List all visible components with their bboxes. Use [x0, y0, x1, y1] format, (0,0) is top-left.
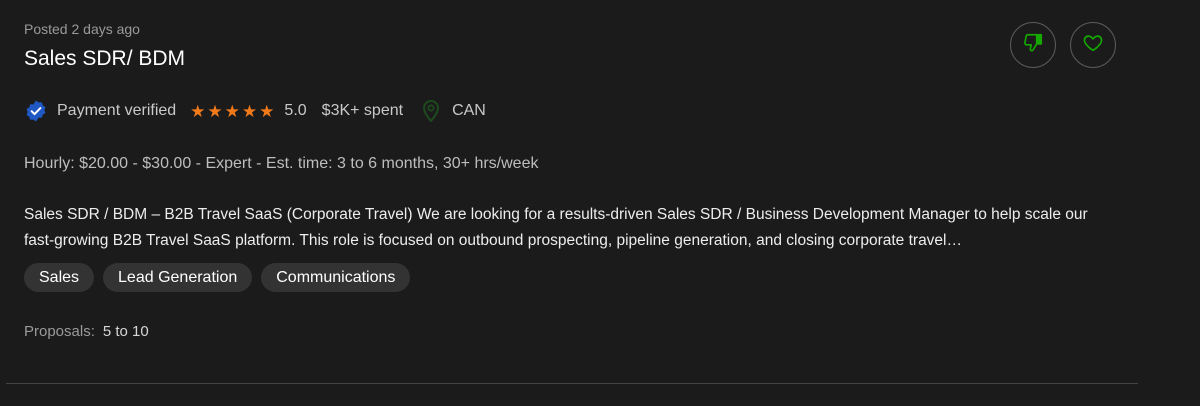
- client-rating-value: 5.0: [284, 102, 307, 119]
- skill-tag-sales[interactable]: Sales: [24, 263, 95, 292]
- skill-tag-communications[interactable]: Communications: [261, 263, 411, 292]
- proposals-label: Proposals:: [24, 323, 95, 340]
- save-job-button[interactable]: [1070, 22, 1116, 68]
- star-icon: ★: [224, 101, 240, 121]
- payment-verified-label: Payment verified: [57, 102, 177, 119]
- client-country: CAN: [452, 102, 486, 119]
- job-description: Sales SDR / BDM – B2B Travel SaaS (Corpo…: [24, 206, 1088, 249]
- client-rating-stars: ★ ★ ★ ★ ★: [190, 103, 274, 120]
- job-actions: [1010, 22, 1116, 68]
- star-icon: ★: [207, 101, 223, 121]
- proposals-value: 5 to 10: [102, 323, 149, 340]
- client-meta: Payment verified ★ ★ ★ ★ ★ 5.0 $3K+ spen…: [24, 99, 486, 123]
- job-card[interactable]: Posted 2 days ago Sales SDR/ BDM Payment…: [0, 0, 1200, 406]
- heart-icon: [1082, 32, 1104, 59]
- skill-tag-lead-generation[interactable]: Lead Generation: [103, 263, 253, 292]
- star-icon: ★: [241, 101, 258, 121]
- skills-list: Sales Lead Generation Communications: [24, 263, 411, 292]
- card-divider: [6, 383, 1138, 384]
- star-icon: ★: [259, 101, 275, 121]
- proposals: Proposals: 5 to 10: [24, 323, 149, 340]
- client-spent: $3K+ spent: [321, 102, 404, 119]
- star-icon: ★: [190, 101, 206, 121]
- job-terms: Hourly: $20.00 - $30.00 - Expert - Est. …: [24, 155, 539, 172]
- dislike-button[interactable]: [1010, 22, 1056, 68]
- job-title[interactable]: Sales SDR/ BDM: [24, 47, 185, 71]
- location-pin-icon: [422, 100, 440, 122]
- thumbs-down-icon: [1022, 32, 1044, 59]
- posted-time: Posted 2 days ago: [24, 21, 140, 37]
- verified-badge-icon: [24, 99, 48, 123]
